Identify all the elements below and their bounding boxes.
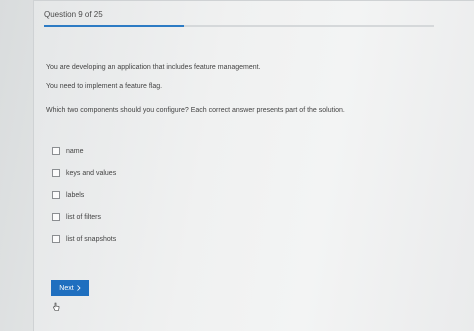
checkbox[interactable]	[52, 213, 60, 221]
chevron-right-icon	[76, 285, 81, 291]
next-button-label: Next	[59, 284, 74, 292]
answer-option[interactable]: list of filters	[52, 206, 116, 228]
answer-option[interactable]: name	[52, 140, 116, 162]
progress-bar	[44, 25, 434, 27]
question-text-line-1: You are developing an application that i…	[46, 64, 261, 71]
question-text-line-3: Which two components should you configur…	[46, 107, 345, 114]
checkbox[interactable]	[52, 147, 60, 155]
answer-option-label: name	[66, 147, 84, 155]
checkbox[interactable]	[52, 169, 60, 177]
next-button[interactable]: Next	[51, 280, 89, 296]
progress-bar-fill	[44, 25, 185, 27]
answer-option[interactable]: labels	[52, 184, 116, 206]
answer-option[interactable]: list of snapshots	[52, 228, 116, 250]
answer-option[interactable]: keys and values	[52, 162, 116, 184]
question-counter: Question 9 of 25	[44, 10, 103, 19]
hand-pointer-icon	[53, 302, 60, 311]
answer-option-label: list of snapshots	[66, 235, 117, 243]
checkbox[interactable]	[52, 235, 60, 243]
answer-options: name keys and values labels list of filt…	[52, 140, 116, 250]
answer-option-label: labels	[66, 191, 85, 199]
question-text-line-2: You need to implement a feature flag.	[46, 83, 163, 90]
answer-option-label: keys and values	[66, 169, 117, 177]
answer-option-label: list of filters	[66, 213, 102, 221]
checkbox[interactable]	[52, 191, 60, 199]
